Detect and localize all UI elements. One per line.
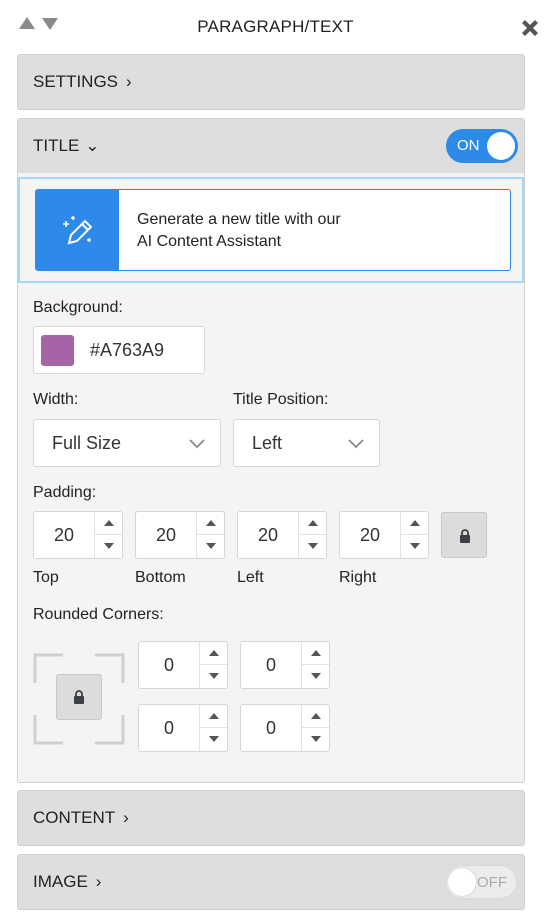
decrement-button[interactable]: [197, 535, 224, 558]
rounded-corners-label: Rounded Corners:: [33, 606, 164, 623]
image-section-toggle[interactable]: IMAGE › OFF: [17, 854, 525, 910]
background-hex-value: #A763A9: [90, 340, 165, 360]
content-section-toggle[interactable]: CONTENT ›: [17, 790, 525, 846]
ai-assistant-text: Generate a new title with our AI Content…: [137, 209, 341, 253]
corner-top-left-value: 0: [163, 655, 174, 675]
background-label: Background:: [33, 299, 123, 316]
padding-right-stepper[interactable]: 20: [339, 511, 429, 559]
padding-top-value: 20: [53, 525, 75, 545]
increment-button[interactable]: [401, 512, 428, 535]
decrement-button[interactable]: [95, 535, 122, 558]
title-on-switch[interactable]: ON: [446, 129, 518, 163]
background-color-field[interactable]: #A763A9: [33, 326, 205, 374]
decrement-button[interactable]: [200, 728, 227, 751]
corners-lock-button[interactable]: [56, 674, 102, 720]
padding-right-value: 20: [359, 525, 381, 545]
width-value: Full Size: [52, 433, 122, 453]
chevron-down-icon: [348, 439, 364, 449]
padding-label: Padding:: [33, 484, 97, 501]
content-label: CONTENT: [33, 808, 116, 827]
decrement-button[interactable]: [299, 535, 326, 558]
title-position-label: Title Position:: [233, 391, 329, 408]
width-label: Width:: [33, 391, 79, 408]
increment-button[interactable]: [302, 705, 329, 728]
title-label: TITLE: [33, 136, 80, 155]
corner-top-right-stepper[interactable]: 0: [240, 641, 330, 689]
corner-bottom-left-stepper[interactable]: 0: [138, 704, 228, 752]
switch-label: ON: [457, 137, 480, 154]
switch-label: OFF: [477, 874, 507, 891]
switch-knob: [448, 868, 476, 896]
width-select[interactable]: Full Size: [33, 419, 221, 467]
color-swatch[interactable]: [41, 335, 74, 366]
padding-bottom-stepper[interactable]: 20: [135, 511, 225, 559]
corner-bottom-right-value: 0: [265, 718, 276, 738]
panel-title: PARAGRAPH/TEXT: [197, 17, 354, 36]
title-section-toggle[interactable]: TITLE ⌄ ON: [18, 119, 524, 173]
ai-line-1: Generate a new title with our: [137, 211, 341, 228]
padding-left-stepper[interactable]: 20: [237, 511, 327, 559]
corner-top-left-stepper[interactable]: 0: [138, 641, 228, 689]
lock-icon: [460, 529, 470, 543]
padding-left-value: 20: [257, 525, 279, 545]
increment-button[interactable]: [200, 642, 227, 665]
panel-header: PARAGRAPH/TEXT: [0, 0, 551, 54]
decrement-button[interactable]: [200, 665, 227, 688]
padding-bottom-value: 20: [155, 525, 177, 545]
increment-button[interactable]: [299, 512, 326, 535]
padding-lock-button[interactable]: [441, 512, 487, 558]
ai-icon-tile: [36, 190, 119, 270]
magic-pen-icon: [63, 216, 93, 245]
chevron-right-icon: ›: [95, 872, 102, 891]
corner-bottom-right-stepper[interactable]: 0: [240, 704, 330, 752]
title-section: TITLE ⌄ ON Generate a new title with our…: [17, 118, 525, 783]
ai-assistant-button[interactable]: Generate a new title with our AI Content…: [35, 189, 511, 271]
decrement-button[interactable]: [302, 665, 329, 688]
padding-top-label: Top: [33, 569, 59, 586]
chevron-down-icon: ⌄: [85, 136, 100, 155]
decrement-button[interactable]: [401, 535, 428, 558]
chevron-right-icon: ›: [123, 808, 129, 827]
increment-button[interactable]: [197, 512, 224, 535]
decrement-button[interactable]: [302, 728, 329, 751]
ai-assistant-container: Generate a new title with our AI Content…: [18, 177, 524, 283]
title-position-select[interactable]: Left: [233, 419, 380, 467]
chevron-right-icon: ›: [126, 72, 132, 91]
padding-top-stepper[interactable]: 20: [33, 511, 123, 559]
lock-icon: [74, 690, 84, 704]
settings-label: SETTINGS: [33, 72, 119, 91]
increment-button[interactable]: [95, 512, 122, 535]
padding-right-label: Right: [339, 569, 377, 586]
increment-button[interactable]: [200, 705, 227, 728]
title-position-value: Left: [252, 433, 283, 453]
switch-knob: [487, 132, 515, 160]
increment-button[interactable]: [302, 642, 329, 665]
corner-top-right-value: 0: [265, 655, 276, 675]
ai-line-2: AI Content Assistant: [137, 233, 282, 250]
padding-bottom-label: Bottom: [135, 569, 186, 586]
image-off-switch[interactable]: OFF: [445, 865, 517, 899]
settings-section-toggle[interactable]: SETTINGS ›: [17, 54, 525, 110]
chevron-down-icon: [189, 439, 205, 449]
image-label: IMAGE: [33, 872, 88, 891]
padding-left-label: Left: [237, 569, 264, 586]
corner-bottom-left-value: 0: [163, 718, 174, 738]
close-icon[interactable]: [518, 16, 542, 40]
